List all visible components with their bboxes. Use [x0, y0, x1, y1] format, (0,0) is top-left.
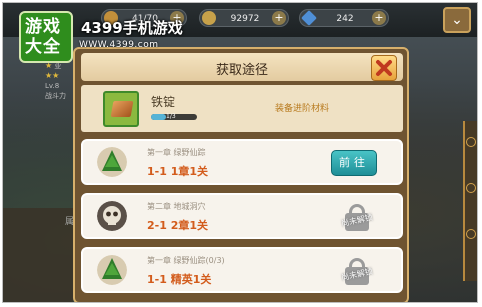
item-name: 铁锭	[151, 95, 176, 109]
chapter-label: 第一章 绿野仙踪	[147, 148, 206, 157]
source-row-1[interactable]: 第一章 绿野仙踪 1-1 1章1关 前往	[81, 139, 403, 185]
chapter-label: 第二章 地城洞穴	[147, 202, 206, 211]
stage-label: 1-1 精英1关	[147, 273, 212, 286]
acquire-route-dialog: 获取途径 铁锭 1/3 装备进阶材料 第一章 绿野仙踪 1-1 1章1关 前往 …	[73, 47, 409, 302]
diamond-counter: 242 +	[299, 9, 389, 27]
ingot-shape	[110, 101, 134, 117]
gold-coin-icon	[202, 11, 216, 25]
brand-name: 4399手机游戏	[81, 19, 183, 37]
gold-value: 92972	[230, 14, 260, 24]
add-gold-button[interactable]: +	[272, 11, 286, 25]
attribute-panel: 属	[3, 208, 74, 302]
locked-badge: 尚未解锁	[337, 255, 377, 289]
add-diamond-button[interactable]: +	[372, 11, 386, 25]
item-panel: 铁锭 1/3 装备进阶材料	[81, 85, 403, 132]
diamond-value: 242	[336, 14, 354, 24]
site-logo: 游戏大全	[19, 11, 81, 65]
close-button[interactable]	[371, 55, 397, 81]
logo-text: 游戏大全	[25, 17, 61, 57]
ring-decor-icon	[466, 229, 476, 239]
source-row-2: 第二章 地城洞穴 2-1 2章1关 尚未解锁	[81, 193, 403, 239]
diamond-icon	[301, 10, 317, 26]
item-description: 装备进阶材料	[275, 104, 330, 114]
close-icon	[376, 60, 392, 76]
source-list[interactable]: 第一章 绿野仙踪 1-1 1章1关 前往 第二章 地城洞穴 2-1 2章1关 尚…	[81, 137, 403, 302]
ring-decor-icon	[466, 137, 476, 147]
logo-box: 游戏大全	[19, 11, 73, 63]
go-button[interactable]: 前往	[331, 150, 377, 176]
hero-info: ★ 亚 ★★ Lv.8 战斗力	[45, 61, 66, 101]
skull-icon	[97, 201, 127, 231]
item-count: 1/3	[166, 113, 176, 120]
iron-ingot-icon	[103, 91, 139, 127]
power-label: 战斗力	[45, 92, 66, 100]
dialog-title: 获取途径	[215, 63, 268, 78]
tree-icon	[97, 147, 127, 177]
chevron-down-icon: ⌄	[451, 12, 463, 28]
tree-icon	[97, 255, 127, 285]
brand-url: WWW.4399.com	[79, 40, 159, 50]
dialog-header: 获取途径	[81, 53, 403, 81]
item-progress-fill	[151, 114, 167, 120]
stage-label: 2-1 2章1关	[147, 219, 209, 232]
source-row-3: 第一章 绿野仙踪(0/3) 1-1 精英1关 尚未解锁	[81, 247, 403, 293]
stage-label: 1-1 1章1关	[147, 165, 209, 178]
rating-stars: ★★	[45, 71, 60, 80]
ring-decor-icon	[466, 183, 476, 193]
right-side-strip	[463, 121, 477, 281]
hero-level: Lv.8	[45, 82, 60, 90]
menu-dropdown-button[interactable]: ⌄	[443, 7, 471, 33]
locked-badge: 尚未解锁	[337, 201, 377, 235]
game-screen: 41/70 + 92972 + 242 + ⌄ ★ 亚 ★★ Lv.8 战斗力 …	[2, 2, 478, 303]
gold-counter: 92972 +	[199, 9, 289, 27]
chapter-label: 第一章 绿野仙踪(0/3)	[147, 256, 225, 265]
